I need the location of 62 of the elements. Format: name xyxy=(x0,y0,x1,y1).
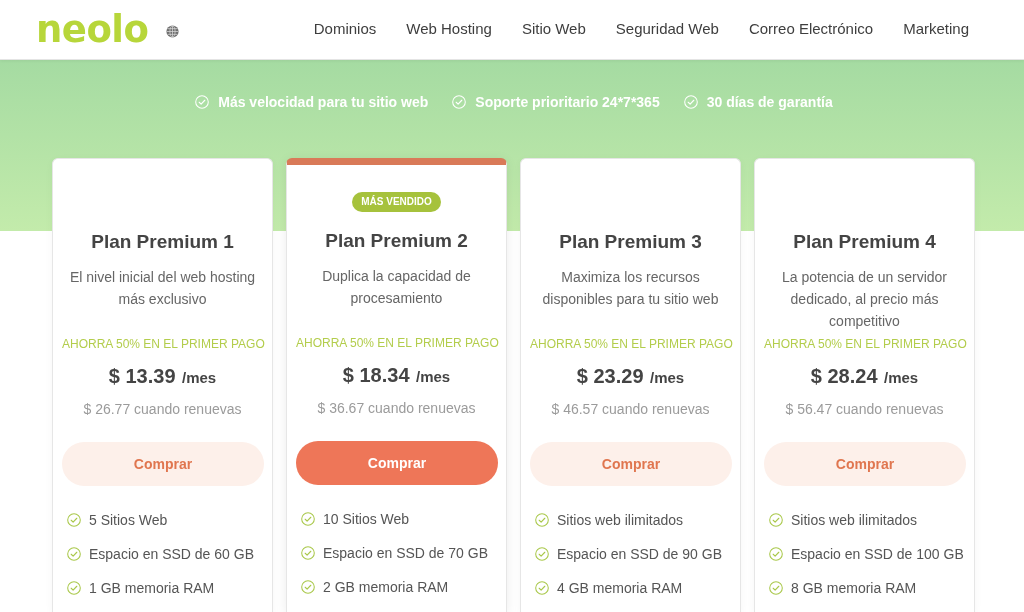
price-amount: $ 18.34 xyxy=(342,364,410,386)
nav-link[interactable]: Dominios xyxy=(313,18,377,41)
feature-text: Espacio en SSD de 60 GB xyxy=(89,544,254,564)
plan-title: Plan Premium 1 xyxy=(90,230,235,254)
nav-link[interactable]: Sitio Web xyxy=(521,18,586,41)
feature-text: 1 GB memoria RAM xyxy=(89,578,215,598)
best-seller-badge: MÁS VENDIDO xyxy=(352,192,441,212)
price-amount: $ 13.39 xyxy=(108,365,176,387)
discount-label: AHORRA 50% EN EL PRIMER PAGO xyxy=(764,336,965,353)
check-circle-icon xyxy=(452,95,467,109)
plan-description: La potencia de un servidor dedicado, al precio más competitivo xyxy=(781,268,948,331)
check-circle-icon xyxy=(301,512,315,526)
renewal-price: $ 26.77 cuando renuevas xyxy=(82,400,243,419)
check-circle-icon xyxy=(769,581,783,595)
plan-title: Plan Premium 4 xyxy=(792,230,937,254)
check-circle-icon xyxy=(769,513,783,527)
renewal-price: $ 36.67 cuando renuevas xyxy=(316,399,477,418)
feature-text: 4 GB memoria RAM xyxy=(557,578,683,598)
nav-link[interactable]: Seguridad Web xyxy=(615,18,719,41)
discount-label: AHORRA 50% EN EL PRIMER PAGO xyxy=(296,335,497,352)
price-amount: $ 28.24 xyxy=(810,365,878,387)
feature-text: Espacio en SSD de 100 GB xyxy=(791,544,964,564)
check-circle-icon xyxy=(195,95,210,109)
plan-description: El nivel inicial del web hosting más exclusivo xyxy=(68,268,257,309)
highlight-text: Soporte prioritario 24*7*365 xyxy=(475,92,660,112)
nav-link[interactable]: Web Hosting xyxy=(406,18,492,41)
check-circle-icon xyxy=(67,581,81,595)
plan-title: Plan Premium 3 xyxy=(558,230,703,254)
feature-text: 2 GB memoria RAM xyxy=(323,577,449,597)
plan-description: Maximiza los recursos disponibles para tu sitio web xyxy=(541,268,720,309)
price-period: /mes xyxy=(650,369,685,386)
check-circle-icon xyxy=(769,547,783,561)
globe-icon[interactable] xyxy=(166,24,180,38)
feature-text: 10 Sitios Web xyxy=(323,509,410,529)
feature-text: Sitios web ilimitados xyxy=(791,510,918,530)
check-circle-icon xyxy=(301,580,315,594)
check-circle-icon xyxy=(535,513,549,527)
feature-text: 5 Sitios Web xyxy=(89,510,168,530)
feature-text: Espacio en SSD de 70 GB xyxy=(323,543,488,563)
renewal-price: $ 56.47 cuando renuevas xyxy=(784,400,945,419)
check-circle-icon xyxy=(301,546,315,560)
check-circle-icon xyxy=(683,95,698,109)
renewal-price: $ 46.57 cuando renuevas xyxy=(550,400,711,419)
price-period: /mes xyxy=(416,368,451,385)
plan-title: Plan Premium 2 xyxy=(324,229,469,253)
nav-link[interactable]: Marketing xyxy=(903,18,969,41)
discount-label: AHORRA 50% EN EL PRIMER PAGO xyxy=(530,336,731,353)
check-circle-icon xyxy=(67,547,81,561)
discount-label: AHORRA 50% EN EL PRIMER PAGO xyxy=(62,336,263,353)
highlight-text: Más velocidad para tu sitio web xyxy=(218,92,429,112)
highlight-text: 30 días de garantía xyxy=(706,92,833,112)
feature-text: Espacio en SSD de 90 GB xyxy=(557,544,722,564)
feature-text: Sitios web ilimitados xyxy=(557,510,684,530)
price-period: /mes xyxy=(884,369,919,386)
price-period: /mes xyxy=(182,369,217,386)
feature-text: 8 GB memoria RAM xyxy=(791,578,917,598)
check-circle-icon xyxy=(535,547,549,561)
nav-link[interactable]: Correo Electrónico xyxy=(748,18,874,41)
check-circle-icon xyxy=(67,513,81,527)
check-circle-icon xyxy=(535,581,549,595)
plan-description: Duplica la capacidad de procesamiento xyxy=(321,267,472,308)
price-amount: $ 23.29 xyxy=(576,365,644,387)
